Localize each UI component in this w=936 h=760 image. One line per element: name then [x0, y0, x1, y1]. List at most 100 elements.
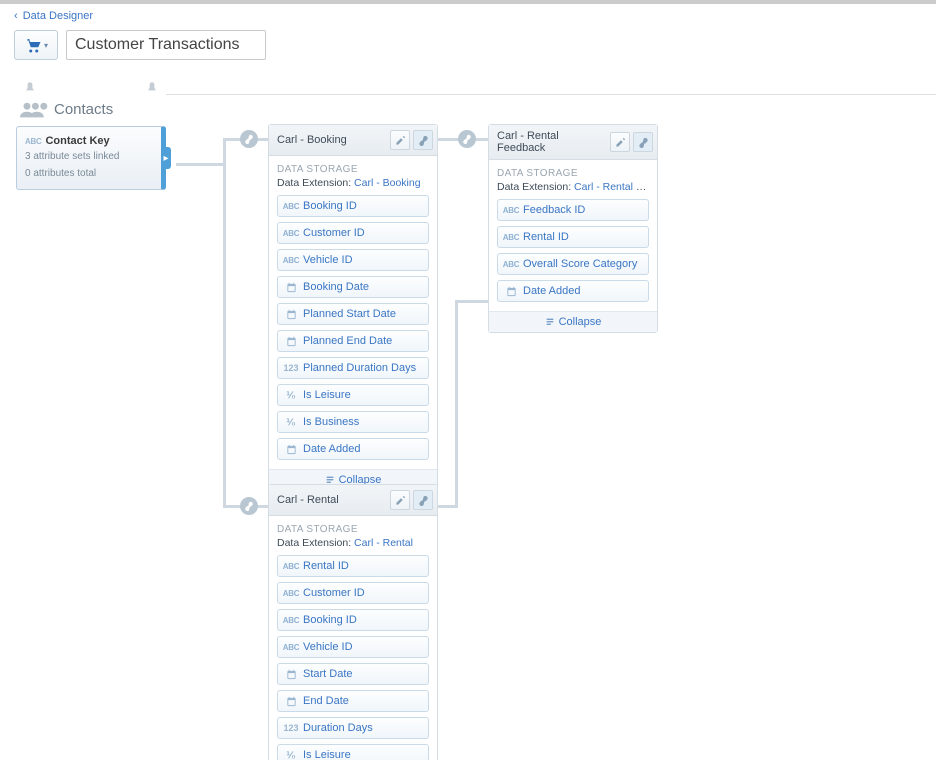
storage-label: DATA STORAGE [277, 164, 429, 175]
link-icon[interactable] [240, 497, 258, 515]
number-icon: 123 [284, 363, 298, 373]
collapse-icon [545, 317, 555, 327]
abc-icon: ABC [25, 137, 41, 146]
collapse-button[interactable]: Collapse [489, 311, 657, 332]
people-icon [20, 100, 48, 118]
attribute-row[interactable]: ABCRental ID [497, 226, 649, 248]
link-icon [638, 137, 649, 148]
edit-button[interactable] [390, 130, 410, 150]
attribute-row[interactable]: ABCOverall Score Category [497, 253, 649, 275]
edit-button[interactable] [610, 132, 630, 152]
attribute-label: Planned Duration Days [303, 362, 416, 374]
attribute-label: Customer ID [303, 587, 365, 599]
attribute-row[interactable]: ABC Feedback ID [497, 199, 649, 221]
attribute-row[interactable]: End Date [277, 690, 429, 712]
attribute-row[interactable]: 123Duration Days [277, 717, 429, 739]
attribute-label: Date Added [303, 443, 361, 455]
attribute-row[interactable]: ABCVehicle ID [277, 249, 429, 271]
boolean-icon: ⅟₀ [284, 750, 298, 760]
entity-header: Carl - Rental Feedback [489, 125, 657, 160]
attribute-label: Booking ID [303, 614, 357, 626]
calendar-icon [284, 669, 298, 680]
root-title: Contacts [54, 101, 113, 118]
boolean-icon: ⅟₀ [284, 390, 298, 401]
pencil-icon [395, 495, 406, 506]
attribute-label: Feedback ID [523, 204, 585, 216]
attribute-label: Booking ID [303, 200, 357, 212]
attribute-row[interactable]: ⅟₀ Is Leisure [277, 384, 429, 406]
link-button[interactable] [633, 132, 653, 152]
attribute-label: Is Business [303, 416, 359, 428]
attribute-row[interactable]: ABCRental ID [277, 555, 429, 577]
link-icon [418, 495, 429, 506]
attribute-row[interactable]: ⅟₀ Is Leisure [277, 744, 429, 760]
attribute-row[interactable]: Booking Date [277, 276, 429, 298]
expand-handle[interactable]: ▸ [161, 147, 171, 169]
attribute-row[interactable]: ⅟₀Is Business [277, 411, 429, 433]
entity-booking[interactable]: Carl - Booking DATA STORAGE Data Extensi… [268, 124, 438, 491]
entity-rental[interactable]: Carl - Rental DATA STORAGE Data Extensio… [268, 484, 438, 760]
link-icon[interactable] [458, 130, 476, 148]
contact-key-row: ABC Contact Key [25, 135, 153, 147]
extension-prefix: Data Extension: [277, 537, 354, 549]
calendar-icon [284, 696, 298, 707]
calendar-icon [284, 336, 298, 347]
link-button[interactable] [413, 130, 433, 150]
abc-icon: ABC [504, 260, 518, 269]
link-button[interactable] [413, 490, 433, 510]
abc-icon: ABC [504, 206, 518, 215]
attribute-row[interactable]: ABCCustomer ID [277, 222, 429, 244]
attribute-row[interactable]: ABC Booking ID [277, 609, 429, 631]
extension-link[interactable]: Carl - Rental Fee… [574, 181, 649, 193]
entity-header: Carl - Booking [269, 125, 437, 156]
abc-icon: ABC [284, 616, 298, 625]
attribute-label: Date Added [523, 285, 581, 297]
entity-feedback[interactable]: Carl - Rental Feedback DATA STORAGE Data… [488, 124, 658, 333]
link-icon[interactable] [240, 130, 258, 148]
root-sub2: 0 attributes total [25, 167, 153, 181]
canvas[interactable]: Contacts ABC Contact Key 3 attribute set… [0, 70, 936, 760]
attribute-row[interactable]: ABCBooking ID [277, 195, 429, 217]
cart-dropdown-button[interactable]: ▾ [14, 30, 58, 60]
extension-prefix: Data Extension: [497, 181, 574, 193]
calendar-icon [504, 286, 518, 297]
attribute-row[interactable]: ABC Customer ID [277, 582, 429, 604]
abc-icon: ABC [284, 562, 298, 571]
entity-title: Carl - Rental Feedback [497, 130, 610, 154]
attribute-row[interactable]: Planned End Date [277, 330, 429, 352]
root-panel: Contacts ABC Contact Key 3 attribute set… [16, 82, 166, 190]
attribute-label: Is Leisure [303, 389, 351, 401]
attribute-label: Planned End Date [303, 335, 392, 347]
attribute-row[interactable]: Planned Start Date [277, 303, 429, 325]
pencil-icon [395, 135, 406, 146]
title-bar: ▾ [0, 28, 936, 70]
attribute-row[interactable]: ABCVehicle ID [277, 636, 429, 658]
attribute-row[interactable]: 123 Planned Duration Days [277, 357, 429, 379]
attribute-row[interactable]: Start Date [277, 663, 429, 685]
attribute-label: Customer ID [303, 227, 365, 239]
attribute-row[interactable]: Date Added [277, 438, 429, 460]
collapse-label: Collapse [559, 316, 602, 328]
calendar-icon [284, 282, 298, 293]
contact-key-label: Contact Key [45, 135, 109, 147]
pencil-icon [615, 137, 626, 148]
attribute-label: Is Leisure [303, 749, 351, 760]
abc-icon: ABC [284, 589, 298, 598]
link-icon [418, 135, 429, 146]
attribute-label: Planned Start Date [303, 308, 396, 320]
extension-prefix: Data Extension: [277, 177, 354, 189]
cart-icon [24, 36, 42, 54]
extension-link[interactable]: Carl - Rental [354, 537, 413, 549]
extension-link[interactable]: Carl - Booking [354, 177, 421, 189]
storage-line: Data Extension: Carl - Booking [277, 177, 429, 189]
edit-button[interactable] [390, 490, 410, 510]
root-card[interactable]: ABC Contact Key 3 attribute sets linked … [16, 126, 166, 190]
storage-label: DATA STORAGE [277, 524, 429, 535]
connector [455, 300, 458, 508]
attribute-row[interactable]: Date Added [497, 280, 649, 302]
model-name-input[interactable] [66, 30, 266, 60]
chevron-left-icon: ‹ [14, 10, 18, 22]
connector [223, 138, 226, 508]
breadcrumb[interactable]: ‹ Data Designer [0, 4, 936, 28]
entity-body: DATA STORAGE Data Extension: Carl - Rent… [489, 160, 657, 311]
